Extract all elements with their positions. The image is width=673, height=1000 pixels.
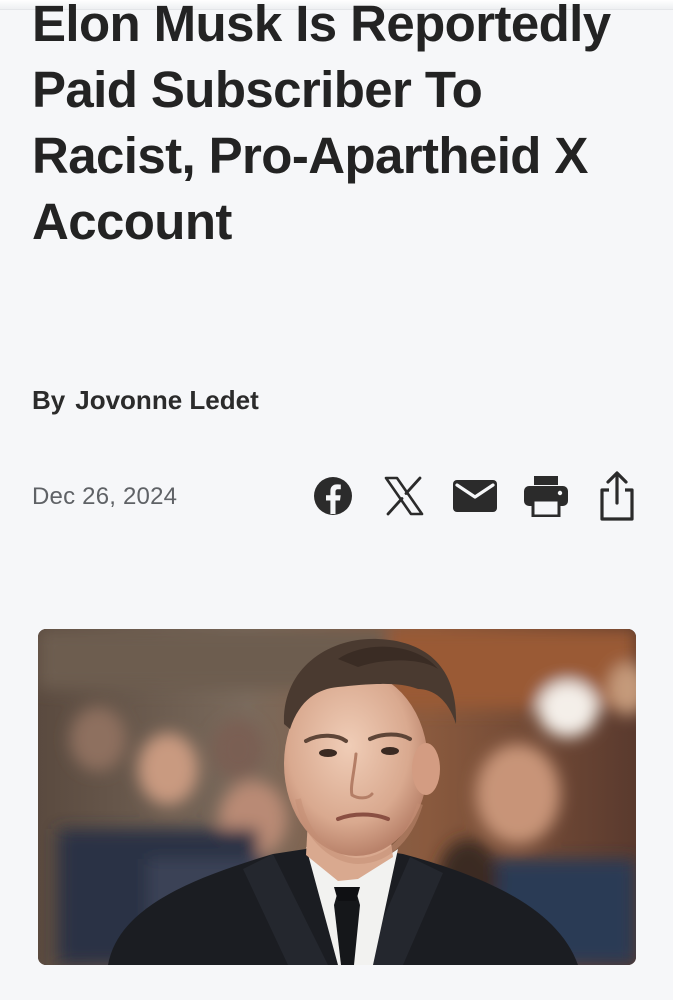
author-link[interactable]: Jovonne Ledet bbox=[75, 385, 258, 415]
share-x-button[interactable] bbox=[376, 468, 432, 524]
byline: By Jovonne Ledet bbox=[32, 384, 259, 416]
print-icon bbox=[524, 476, 568, 517]
byline-prefix: By bbox=[32, 385, 66, 415]
share-email-button[interactable] bbox=[447, 468, 503, 524]
publish-date: Dec 26, 2024 bbox=[32, 483, 178, 510]
hero-photo bbox=[38, 629, 636, 965]
facebook-icon bbox=[314, 477, 352, 515]
article-headline: Elon Musk Is Reportedly Paid Subscriber … bbox=[32, 0, 611, 250]
share-bar bbox=[308, 468, 648, 524]
share-facebook-button[interactable] bbox=[305, 468, 361, 524]
share-more-button[interactable] bbox=[589, 468, 645, 524]
mail-icon bbox=[453, 480, 497, 512]
x-icon bbox=[384, 476, 424, 516]
hero-image bbox=[38, 629, 636, 965]
share-print-button[interactable] bbox=[518, 468, 574, 524]
share-icon bbox=[600, 471, 634, 521]
